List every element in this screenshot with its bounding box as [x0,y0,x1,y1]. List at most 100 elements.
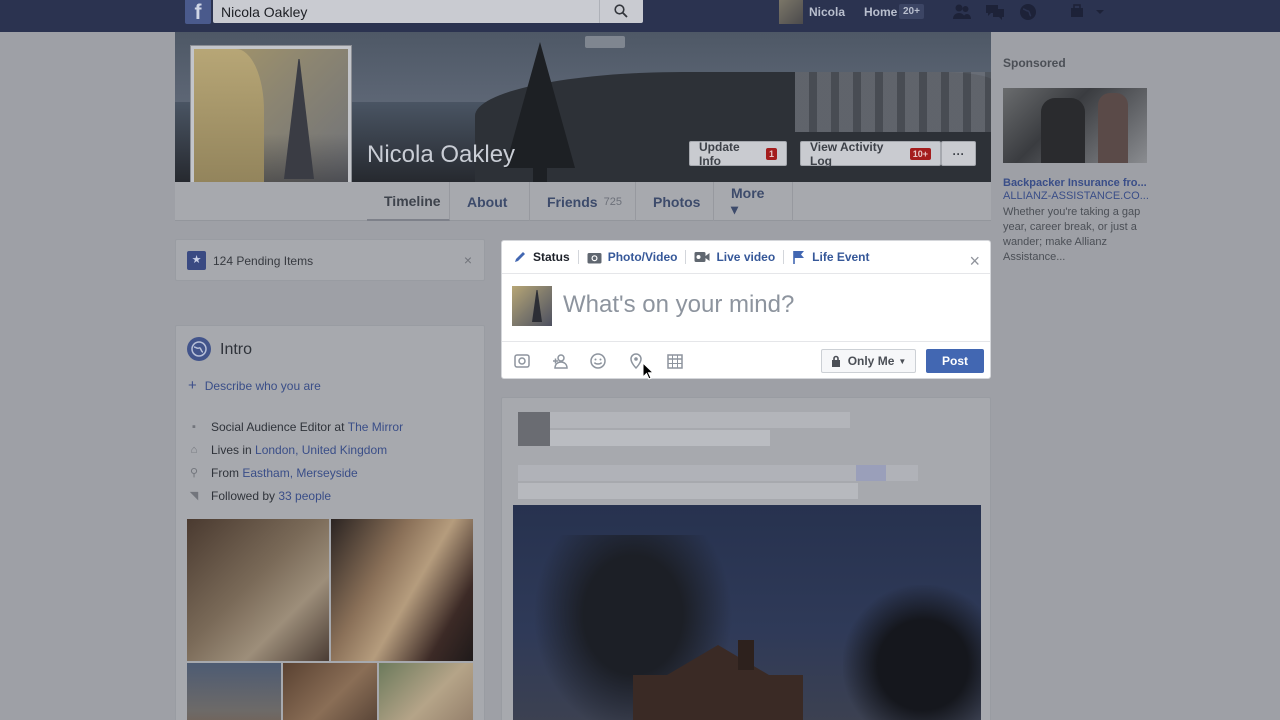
update-info-button[interactable]: Update Info 1 [689,140,787,168]
profile-name[interactable]: Nicola Oakley [367,141,515,169]
update-info-badge: 1 [765,147,777,160]
pencil-icon [515,252,525,262]
feed-photo[interactable] [513,505,981,720]
feeling-smiley-icon[interactable] [589,352,607,370]
more-options-button[interactable]: ··· [941,141,976,166]
followed-link[interactable]: 33 people [278,489,331,503]
intro-card: Intro + Describe who you are ▪ Social Aud… [175,325,485,720]
eiffel-tower [532,290,542,322]
photo-thumbnail[interactable] [283,663,377,720]
info-work: ▪ Social Audience Editor at The Mirror [188,420,403,434]
mouse-cursor-icon [642,362,652,380]
photo-thumbnail[interactable] [187,519,329,661]
view-activity-log-button[interactable]: View Activity Log 10+ [800,139,941,168]
top-navigation-bar: f Nicola Home 20+ [0,0,1280,32]
ad-person [1041,98,1085,163]
tab-photo-video[interactable]: Photo/Video [587,241,686,274]
ad-body-text: Whether you're taking a gap year, career… [1003,206,1141,263]
ad-url-link[interactable]: ALLIANZ-ASSISTANCE.CO... [1003,190,1153,202]
photo-icon[interactable] [513,352,531,370]
cover-buildings [795,72,991,132]
tab-live-video[interactable]: Live video [694,241,783,274]
info-from: ⚲ From Eastham, Merseyside [188,466,358,480]
tab-separator [685,250,687,264]
search-input[interactable] [213,0,593,23]
friend-requests-icon[interactable] [952,3,972,21]
pending-items-label: 124 Pending Items [213,254,314,268]
tab-more[interactable]: More ▾ [714,182,793,221]
search-button[interactable] [599,0,643,23]
rss-icon: ◥ [189,490,199,502]
chevron-down-icon: ▼ [898,356,907,366]
messages-icon[interactable] [985,3,1005,21]
blurred-text [550,430,770,446]
work-link[interactable]: The Mirror [348,420,403,434]
close-icon[interactable]: × [969,252,980,270]
from-link[interactable]: Eastham, Merseyside [242,466,357,480]
tab-separator [577,250,579,264]
camera-icon [587,252,602,263]
home-link[interactable]: Home [864,5,897,19]
friends-count: 725 [603,195,622,208]
describe-label: Describe who you are [204,379,321,393]
account-menu-icon[interactable] [1068,3,1104,21]
work-prefix: Social Audience Editor at [211,420,345,434]
globe-icon [187,337,211,361]
photo-thumbnail[interactable] [331,519,473,661]
followed-prefix: Followed by [211,489,276,503]
eiffel-tower [284,59,314,179]
close-icon[interactable]: × [464,252,472,268]
profile-link[interactable]: Nicola [779,0,845,24]
audience-label: Only Me [847,354,895,368]
blurred-link [856,465,886,481]
facebook-logo[interactable]: f [185,0,211,24]
user-name: Nicola [809,5,846,19]
profile-tabs: Timeline About Friends 725 Photos More ▾ [175,182,991,221]
search-box [213,0,643,23]
intro-title: Intro [220,341,253,358]
lives-link[interactable]: London, United Kingdom [255,443,387,457]
tab-timeline-label: Timeline [384,192,441,209]
tab-live-video-label: Live video [716,250,776,264]
tag-friends-icon[interactable] [551,352,569,370]
video-camera-icon [694,252,710,262]
ad-image[interactable] [1003,88,1147,163]
status-composer: Status Photo/Video Live video Life Event… [501,240,991,379]
cover-ship [585,36,625,48]
tab-friends[interactable]: Friends 725 [530,182,636,221]
activity-log-label: View Activity Log [810,139,884,168]
flag-icon [793,251,805,264]
pending-items-box[interactable]: ★ 124 Pending Items × [175,239,485,281]
calendar-icon[interactable] [666,352,684,370]
ad-title-link[interactable]: Backpacker Insurance fro... [1003,177,1153,189]
location-pin-icon: ⚲ [189,467,199,479]
plus-icon: + [188,377,197,394]
tab-more-label: More ▾ [731,185,765,217]
describe-who-you-are-link[interactable]: + Describe who you are [188,377,321,394]
status-input[interactable]: What's on your mind? [563,291,794,319]
tab-photos[interactable]: Photos [636,182,714,221]
tab-about[interactable]: About [450,182,530,221]
tab-life-event[interactable]: Life Event [792,241,877,274]
composer-toolbar: Only Me ▼ Post [502,341,990,378]
photo-chimney [738,640,754,670]
photo-thumbnail[interactable] [379,663,473,720]
lock-icon [831,355,840,367]
profile-picture-hair [194,49,264,203]
avatar [512,286,552,326]
star-icon: ★ [187,251,206,270]
composer-tabs: Status Photo/Video Live video Life Event [502,241,990,274]
feed-post-card [501,397,991,720]
photo-thumbnail[interactable] [187,663,281,720]
notifications-globe-icon[interactable] [1018,3,1038,21]
tab-life-event-label: Life Event [812,250,870,264]
post-button[interactable]: Post [926,349,984,373]
briefcase-icon: ▪ [192,421,196,433]
tab-photo-video-label: Photo/Video [607,250,678,264]
audience-selector[interactable]: Only Me ▼ [821,349,916,373]
blurred-text [518,483,858,499]
tab-status[interactable]: Status [513,241,578,274]
tab-friends-label: Friends [547,193,598,210]
more-dots-icon: ··· [952,146,965,161]
tab-timeline[interactable]: Timeline [367,182,450,221]
